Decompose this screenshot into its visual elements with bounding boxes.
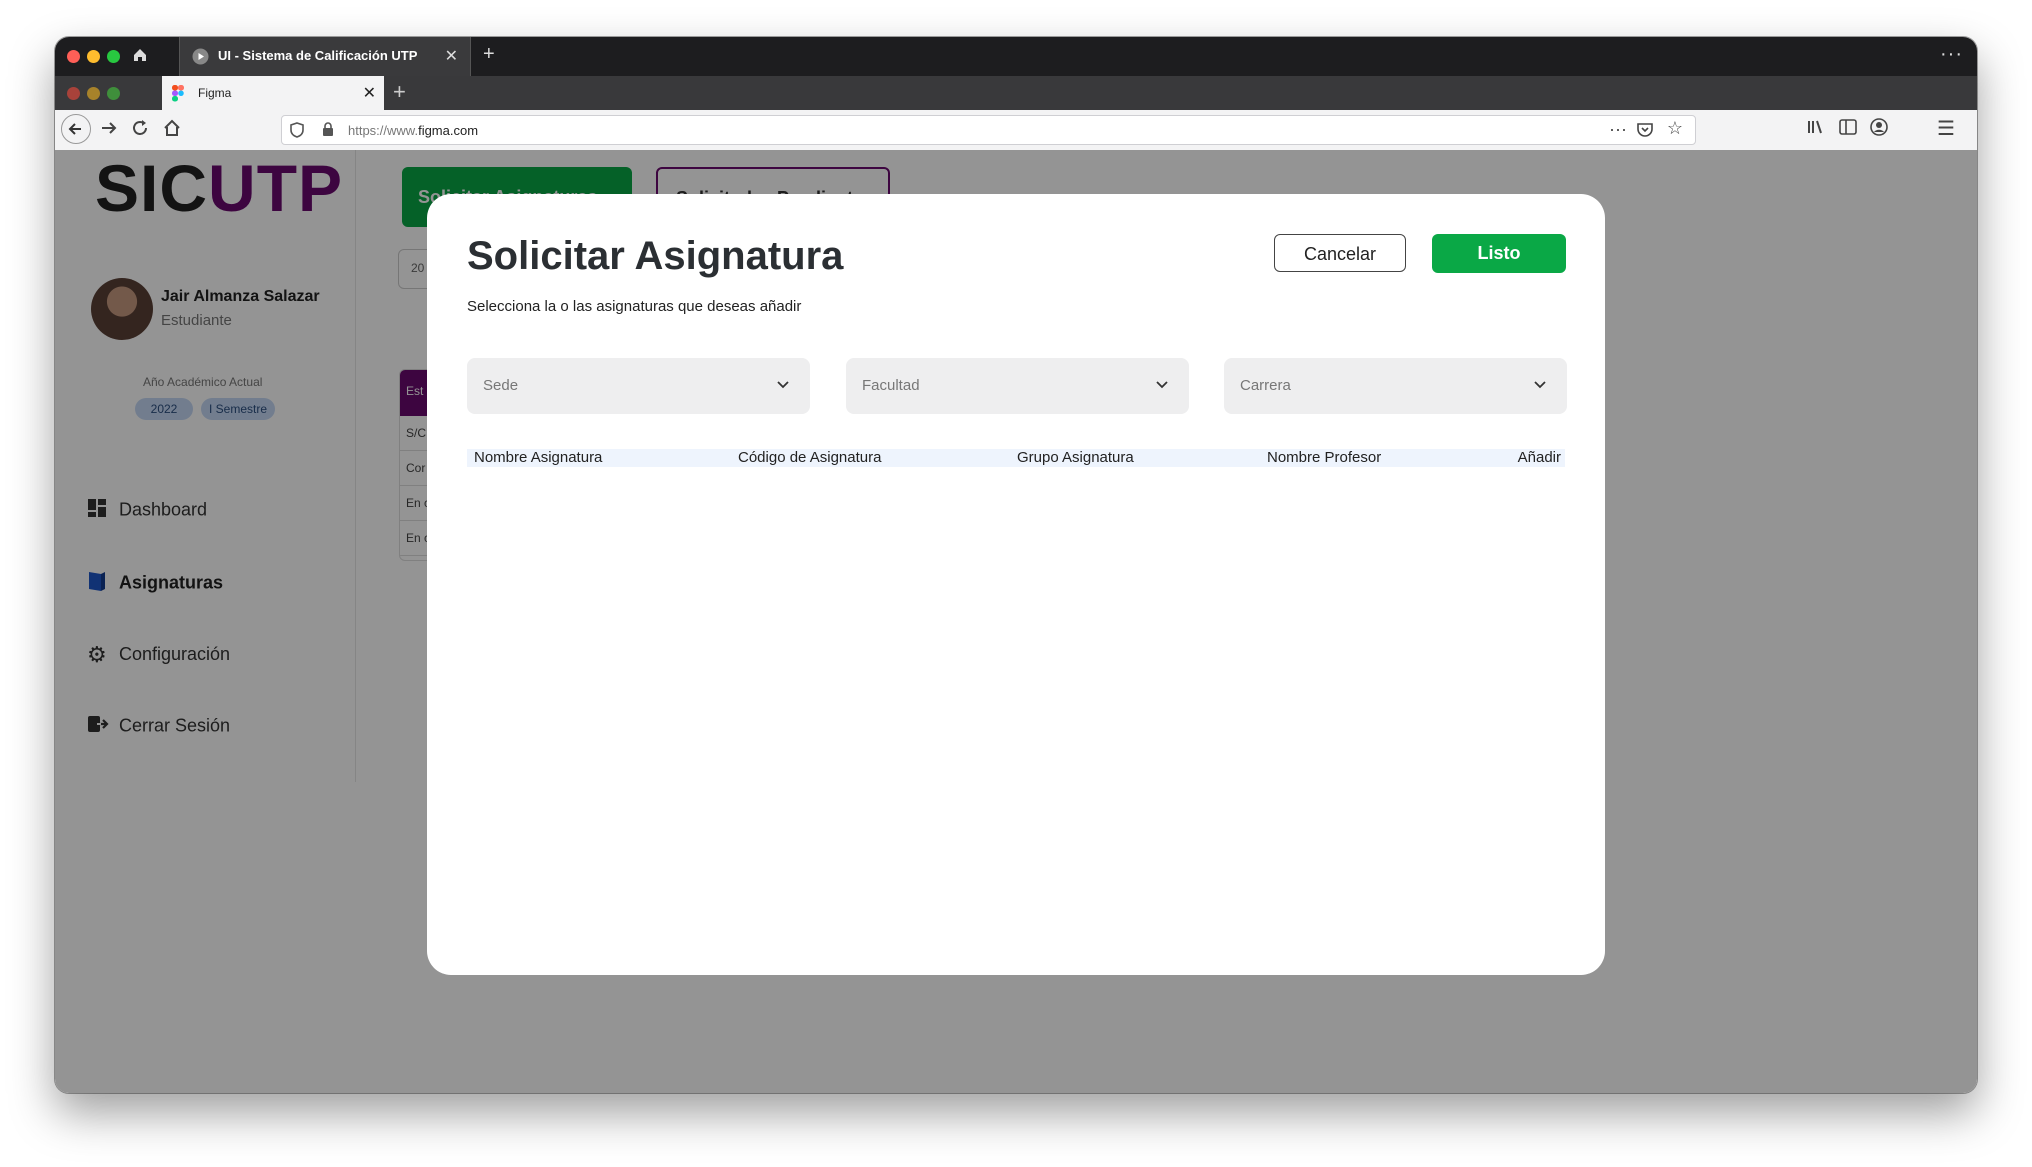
play-icon [192,48,209,70]
chevron-down-icon [1533,377,1547,391]
inner-close-dot [67,87,80,100]
shield-icon[interactable] [290,122,304,143]
modal-title: Solicitar Asignatura [467,234,844,278]
address-bar[interactable]: https://www.figma.com ··· ☆ [281,115,1696,145]
navigation-bar: https://www.figma.com ··· ☆ ☰ [55,110,1977,151]
sede-select[interactable]: Sede [467,358,810,414]
column-header-codigo: Código de Asignatura [738,449,882,466]
new-tab-icon[interactable]: + [393,79,406,105]
library-icon[interactable] [1807,118,1825,141]
more-options-icon[interactable]: ··· [1940,43,1963,66]
facultad-select[interactable]: Facultad [846,358,1189,414]
url-prefix: https://www. [348,123,419,138]
sede-placeholder: Sede [483,377,519,394]
subjects-table-header: Nombre Asignatura Código de Asignatura G… [467,449,1565,467]
column-header-grupo: Grupo Asignatura [1017,449,1134,466]
new-tab-icon[interactable]: + [483,43,495,66]
reload-icon[interactable] [130,118,150,143]
facultad-placeholder: Facultad [862,377,920,394]
minimize-window-button[interactable] [87,50,100,63]
outer-tab-bar: UI - Sistema de Calificación UTP ✕ + ··· [55,37,1977,76]
sidebar-toggle-icon[interactable] [1839,119,1857,140]
column-header-nombre: Nombre Asignatura [474,449,603,466]
chevron-down-icon [1155,377,1169,391]
browser-window: UI - Sistema de Calificación UTP ✕ + ···… [55,37,1977,1093]
close-window-button[interactable] [67,50,80,63]
done-button[interactable]: Listo [1432,234,1566,273]
tab-title: Figma [198,86,232,100]
modal-subtitle: Selecciona la o las asignaturas que dese… [467,298,802,315]
back-icon[interactable] [61,114,91,144]
carrera-select[interactable]: Carrera [1224,358,1567,414]
close-tab-icon[interactable]: ✕ [445,46,458,66]
menu-icon[interactable]: ☰ [1937,116,1955,141]
home-icon[interactable] [131,46,149,69]
lock-icon[interactable] [322,122,334,142]
close-tab-icon[interactable]: ✕ [363,83,376,103]
account-icon[interactable] [1870,118,1888,141]
chevron-down-icon [776,377,790,391]
inner-min-dot [87,87,100,100]
home-nav-icon[interactable] [162,118,182,143]
carrera-placeholder: Carrera [1240,377,1291,394]
bookmark-star-icon[interactable]: ☆ [1667,118,1683,139]
inner-tab-bar: Figma ✕ + [55,76,1977,110]
page-actions-icon[interactable]: ··· [1609,119,1627,140]
inner-max-dot [107,87,120,100]
column-header-profesor: Nombre Profesor [1267,449,1382,466]
tab-ui-sistema[interactable]: UI - Sistema de Calificación UTP ✕ [179,37,471,76]
figma-icon [172,85,184,107]
forward-icon[interactable] [99,118,119,143]
page-content: SICUTP Jair Almanza Salazar Estudiante A… [55,150,1977,1093]
url-domain: figma.com [418,123,479,138]
cancel-button[interactable]: Cancelar [1274,234,1406,272]
tab-title: UI - Sistema de Calificación UTP [218,48,418,63]
url-text[interactable]: https://www.figma.com [348,123,478,138]
column-header-anadir: Añadir [1517,449,1561,466]
request-subject-modal: Solicitar Asignatura Selecciona la o las… [427,194,1605,975]
maximize-window-button[interactable] [107,50,120,63]
pocket-icon[interactable] [1637,122,1653,142]
tab-figma[interactable]: Figma ✕ [162,76,384,110]
